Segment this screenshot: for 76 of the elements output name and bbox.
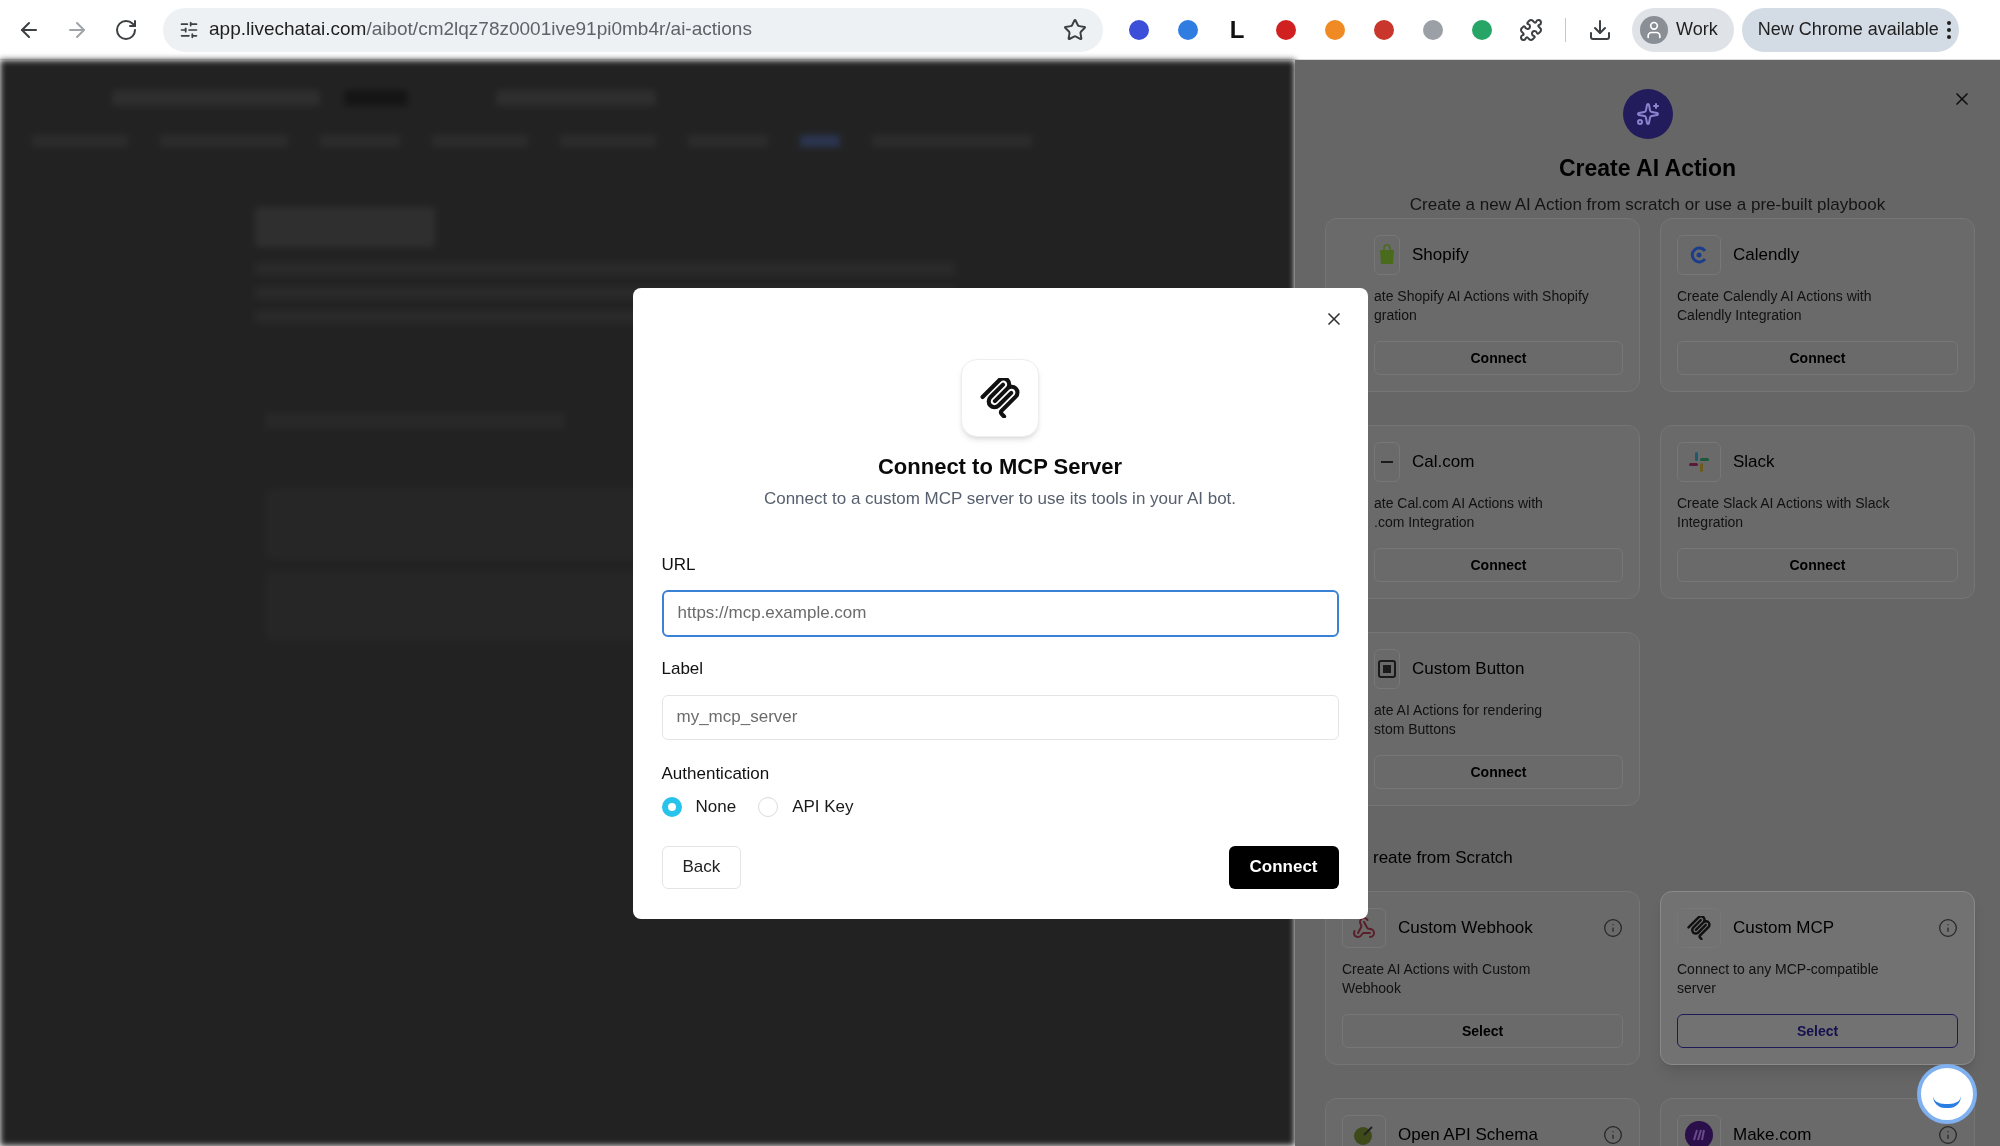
extension-icon[interactable]: [1372, 17, 1396, 42]
card-title: Custom Button: [1412, 658, 1525, 681]
action-card[interactable]: Calendly Create Calendly AI Actions with Calendly Integration Connect: [1660, 218, 1975, 392]
dash-icon: [1379, 458, 1395, 466]
action-card[interactable]: Make.com: [1660, 1098, 1975, 1146]
action-card[interactable]: Slack Create Slack AI Actions with Slack Integration Connect: [1660, 425, 1975, 599]
extension-icon[interactable]: [1127, 17, 1151, 42]
card-description: Create Calendly AI Actions with Calendly Integration: [1677, 287, 1873, 325]
panel-title: Create AI Action: [1558, 154, 1737, 182]
chat-widget-button[interactable]: [1917, 1064, 1977, 1124]
card-title: Cal.com: [1412, 451, 1475, 474]
card-title: Shopify: [1412, 244, 1469, 267]
card-description: ate Cal.com AI Actions with .com Integration: [1374, 494, 1544, 532]
card-action-button[interactable]: Connect: [1374, 341, 1623, 375]
download-icon[interactable]: [1588, 17, 1612, 42]
radio-button[interactable]: [661, 796, 682, 817]
info-icon[interactable]: [1603, 918, 1623, 938]
card-description: Create Slack AI Actions with Slack Integration: [1677, 494, 1891, 532]
avatar-icon: [1640, 15, 1668, 44]
field-label: Authentication: [661, 762, 771, 785]
square-icon: [1377, 659, 1397, 679]
webhook-icon: [1352, 916, 1376, 940]
card-title: Open API Schema: [1398, 1124, 1538, 1146]
sparkle-icon: [1635, 102, 1660, 126]
extensions-icon[interactable]: [1519, 17, 1543, 42]
reload-icon[interactable]: [114, 17, 138, 42]
card-title: Slack: [1733, 451, 1775, 474]
extension-letter[interactable]: L: [1225, 11, 1249, 48]
card-action-button[interactable]: Connect: [1374, 548, 1623, 582]
card-description: Create AI Actions with Custom Webhook: [1342, 960, 1532, 998]
extension-icon[interactable]: [1176, 17, 1200, 42]
connect-button[interactable]: Connect: [1228, 845, 1339, 889]
card-description: ate AI Actions for rendering stom Buttons: [1374, 701, 1544, 739]
zigzag-icon: [980, 377, 1020, 418]
address-bar[interactable]: app.livechatai.com/aibot/cm2lqz78z0001ive91pi0mb4r/ai-actions: [163, 7, 1103, 52]
card-action-button[interactable]: Select: [1677, 1014, 1958, 1048]
action-card[interactable]: Custom Webhook Create AI Actions with Custom Webhook Select: [1325, 891, 1640, 1065]
action-card[interactable]: Open API Schema: [1325, 1098, 1640, 1146]
radio-button[interactable]: [758, 796, 779, 817]
action-card[interactable]: Shopify ate Shopify AI Actions with Shopify gration Connect: [1325, 218, 1640, 392]
card-title: Custom MCP: [1733, 917, 1835, 940]
card-title: Custom Webhook: [1398, 917, 1533, 940]
profile-button[interactable]: Work: [1632, 7, 1734, 52]
card-action-button[interactable]: Connect: [1374, 755, 1623, 789]
text-field[interactable]: https://mcp.example.com: [661, 589, 1339, 637]
field-label: Label: [661, 657, 705, 680]
site-settings-icon[interactable]: [179, 19, 199, 40]
update-chrome-button[interactable]: New Chrome available: [1741, 7, 1959, 52]
radio-option[interactable]: None: [661, 793, 737, 820]
section-title: reate from Scratch: [1373, 847, 1513, 870]
extension-icon[interactable]: [1421, 17, 1445, 42]
zigzag-icon: [1687, 916, 1711, 940]
card-description: Connect to any MCP-compatible server: [1677, 960, 1880, 998]
back-button[interactable]: Back: [661, 845, 742, 889]
extension-icon[interactable]: [1470, 17, 1494, 42]
hash-grid-icon: [1687, 450, 1711, 474]
radio-option[interactable]: API Key: [758, 793, 854, 820]
info-icon[interactable]: [1938, 1125, 1958, 1145]
card-description: ate Shopify AI Actions with Shopify gration: [1374, 287, 1590, 325]
card-title: Calendly: [1733, 244, 1800, 267]
panel-subtitle: Create a new AI Action from scratch or use a pre-built playbook: [1409, 194, 1886, 216]
dialog-subtitle: Connect to a custom MCP server to use its tools in your AI bot.: [762, 487, 1238, 510]
card-action-button[interactable]: Select: [1342, 1014, 1623, 1048]
card-title: Make.com: [1733, 1124, 1812, 1146]
field-label: URL: [661, 553, 697, 576]
action-card[interactable]: Custom MCP Connect to any MCP-compatible server Select: [1660, 891, 1975, 1065]
circle-arrow-icon: [1352, 1123, 1376, 1146]
url-text: app.livechatai.com/aibot/cm2lqz78z0001ive91pi0mb4r/ai-actions: [209, 17, 752, 42]
more-icon: [1946, 20, 1951, 39]
info-icon[interactable]: [1603, 1125, 1623, 1145]
card-action-button[interactable]: Connect: [1677, 341, 1958, 375]
card-action-button[interactable]: Connect: [1677, 548, 1958, 582]
info-icon[interactable]: [1938, 918, 1958, 938]
extension-icon[interactable]: [1274, 17, 1298, 42]
dialog-title: Connect to MCP Server: [876, 452, 1124, 481]
bookmark-star-icon[interactable]: [1063, 17, 1087, 42]
